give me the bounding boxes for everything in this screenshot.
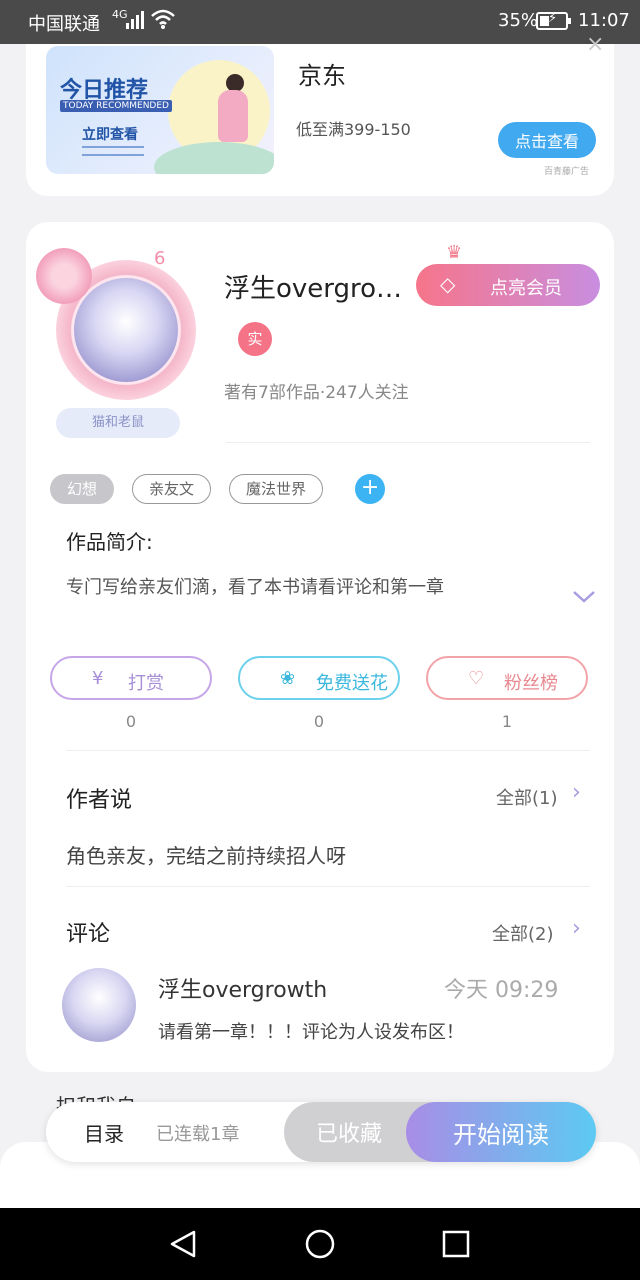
ad-source-label: 百青藤广告: [544, 167, 590, 177]
avatar[interactable]: [62, 968, 136, 1042]
chevron-right-icon[interactable]: ›: [572, 916, 581, 941]
toc-button[interactable]: 目录: [84, 1118, 124, 1147]
comment-text[interactable]: 请看第一章！！！评论为人设发布区！: [158, 1018, 464, 1044]
ad-description: 低至满399-150: [296, 120, 411, 139]
tag-magic-world[interactable]: 魔法世界: [229, 474, 324, 504]
wifi-icon: [150, 8, 176, 35]
comment-username[interactable]: 浮生overgrowth: [158, 972, 327, 1004]
book-info-card: 6 猫和老鼠 浮生overgro… ♛ ◇ 点亮会员 实 著有7部作品·247人…: [26, 222, 614, 1072]
add-tag-icon[interactable]: +: [355, 474, 386, 504]
banner-view-label: 立即查看: [82, 127, 138, 143]
tag-list: 幻想 亲友文 魔法世界 +: [50, 474, 386, 504]
status-bar: 中国联通 4G 35% ⚡ 11:07: [0, 0, 640, 44]
reward-count: 0: [125, 712, 137, 731]
avatar-name-label: 猫和老鼠: [56, 408, 180, 438]
tag-fantasy[interactable]: 幻想: [50, 474, 115, 504]
recent-apps-icon[interactable]: [438, 1226, 474, 1262]
verified-badge: 实: [238, 322, 272, 356]
divider: [66, 750, 590, 751]
avatar-image: [74, 278, 178, 382]
send-flower-label: 免费送花: [316, 673, 388, 694]
navigation-bar: [0, 1208, 640, 1280]
banner-figure: [218, 90, 248, 142]
battery-icon: ⚡: [536, 11, 571, 30]
reward-button[interactable]: ¥ 打赏: [50, 656, 212, 700]
banner-subtitle: TODAY RECOMMENDED: [60, 100, 172, 112]
chevron-down-icon[interactable]: [572, 588, 596, 609]
serial-status: 已连载1章: [156, 1124, 240, 1145]
ad-card[interactable]: 今日推荐 TODAY RECOMMENDED 立即查看 京东 低至满399-15…: [26, 32, 614, 196]
ad-title: 京东: [298, 62, 346, 90]
fan-count: 1: [501, 712, 513, 731]
crown-icon: ♛: [446, 242, 463, 263]
start-reading-button[interactable]: 开始阅读: [406, 1102, 596, 1162]
user-heart-icon: ♡: [468, 668, 485, 689]
banner-hill: [154, 142, 274, 174]
close-icon[interactable]: ×: [586, 32, 604, 57]
divider: [226, 442, 590, 443]
vip-button-label: 点亮会员: [490, 278, 562, 299]
signal-icon: [126, 11, 144, 29]
fan-ranking-button[interactable]: ♡ 粉丝榜: [426, 656, 588, 700]
send-flower-button[interactable]: ❀ 免费送花: [238, 656, 400, 700]
intro-heading: 作品简介:: [66, 530, 153, 554]
flower-count: 0: [313, 712, 325, 731]
author-name[interactable]: 浮生overgro…: [224, 268, 402, 305]
author-says-all-link[interactable]: 全部(1): [496, 784, 558, 810]
comments-title: 评论: [66, 922, 111, 947]
flower-icon: ❀: [280, 668, 296, 689]
reward-label: 打赏: [128, 673, 164, 694]
divider: [66, 886, 590, 887]
bottom-action-bar: 目录 已连载1章 已收藏 开始阅读: [46, 1102, 596, 1162]
banner-decoration: [82, 146, 144, 156]
author-says-text: 角色亲友，完结之前持续招人呀: [66, 844, 346, 868]
comment-time: 今天 09:29: [444, 978, 559, 1003]
author-says-title: 作者说: [66, 788, 133, 813]
yen-icon: ¥: [92, 668, 104, 689]
battery-percent: 35%: [498, 10, 539, 31]
chevron-right-icon[interactable]: ›: [572, 780, 581, 805]
diamond-icon: ◇: [440, 272, 456, 296]
author-level: 6: [154, 248, 166, 269]
intro-text: 专门写给亲友们滴，看了本书请看评论和第一章: [66, 577, 444, 598]
clock: 11:07: [578, 10, 630, 31]
carrier-name: 中国联通: [28, 14, 100, 35]
vip-button[interactable]: ◇ 点亮会员: [416, 264, 600, 306]
fan-ranking-label: 粉丝榜: [504, 673, 558, 694]
back-icon[interactable]: [166, 1226, 202, 1262]
tag-friends[interactable]: 亲友文: [132, 474, 212, 504]
home-icon[interactable]: [302, 1226, 338, 1262]
author-stats: 著有7部作品·247人关注: [224, 383, 409, 403]
comments-all-link[interactable]: 全部(2): [492, 920, 554, 946]
author-avatar[interactable]: 6 猫和老鼠: [36, 248, 196, 444]
ad-view-button[interactable]: 点击查看: [498, 122, 596, 158]
flower-decoration-icon: [36, 248, 92, 304]
ad-banner-image[interactable]: 今日推荐 TODAY RECOMMENDED 立即查看: [46, 46, 274, 174]
